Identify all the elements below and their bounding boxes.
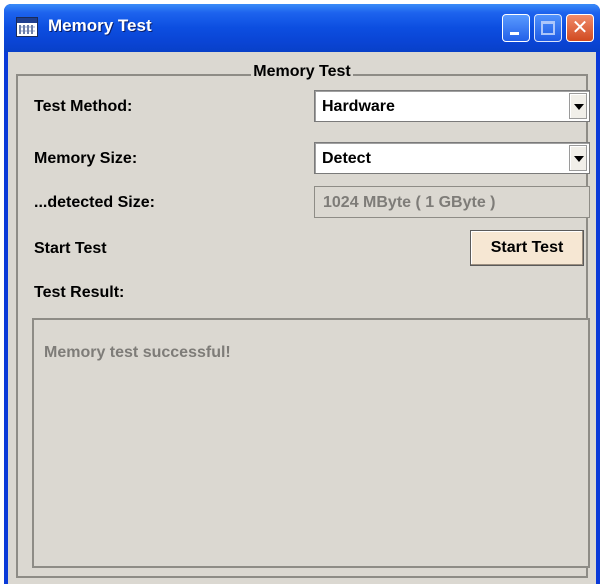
start-test-label: Start Test: [34, 240, 107, 257]
chevron-down-icon[interactable]: [569, 145, 587, 171]
maximize-icon: [541, 21, 555, 35]
close-button[interactable]: ✕: [566, 14, 594, 42]
groupbox-title: Memory Test: [251, 63, 353, 80]
test-method-select[interactable]: Hardware: [314, 90, 590, 122]
memory-test-window: Memory Test ✕ Memory Test Test Method: H…: [4, 4, 600, 584]
test-result-text: Memory test successful!: [44, 344, 231, 361]
app-icon[interactable]: [16, 17, 38, 37]
test-method-value: Hardware: [322, 98, 395, 115]
chevron-down-icon[interactable]: [569, 93, 587, 119]
minimize-button[interactable]: [502, 14, 530, 42]
test-method-label: Test Method:: [34, 98, 133, 115]
detected-size-label: ...detected Size:: [34, 194, 155, 211]
maximize-button[interactable]: [534, 14, 562, 42]
detected-size-field: 1024 MByte ( 1 GByte ): [314, 186, 590, 218]
detected-size-value: 1024 MByte ( 1 GByte ): [323, 194, 496, 211]
start-test-button[interactable]: Start Test: [470, 230, 584, 266]
memory-size-label: Memory Size:: [34, 150, 138, 167]
memory-size-select[interactable]: Detect: [314, 142, 590, 174]
test-result-label: Test Result:: [34, 284, 125, 301]
window-title: Memory Test: [48, 16, 152, 35]
test-result-box: Memory test successful!: [32, 318, 590, 568]
minimize-icon: [510, 32, 519, 35]
title-bar[interactable]: Memory Test ✕: [4, 4, 600, 52]
dialog-client-area: Memory Test Test Method: Hardware Memory…: [8, 52, 596, 584]
memory-size-value: Detect: [322, 150, 371, 167]
close-icon: ✕: [571, 17, 589, 39]
